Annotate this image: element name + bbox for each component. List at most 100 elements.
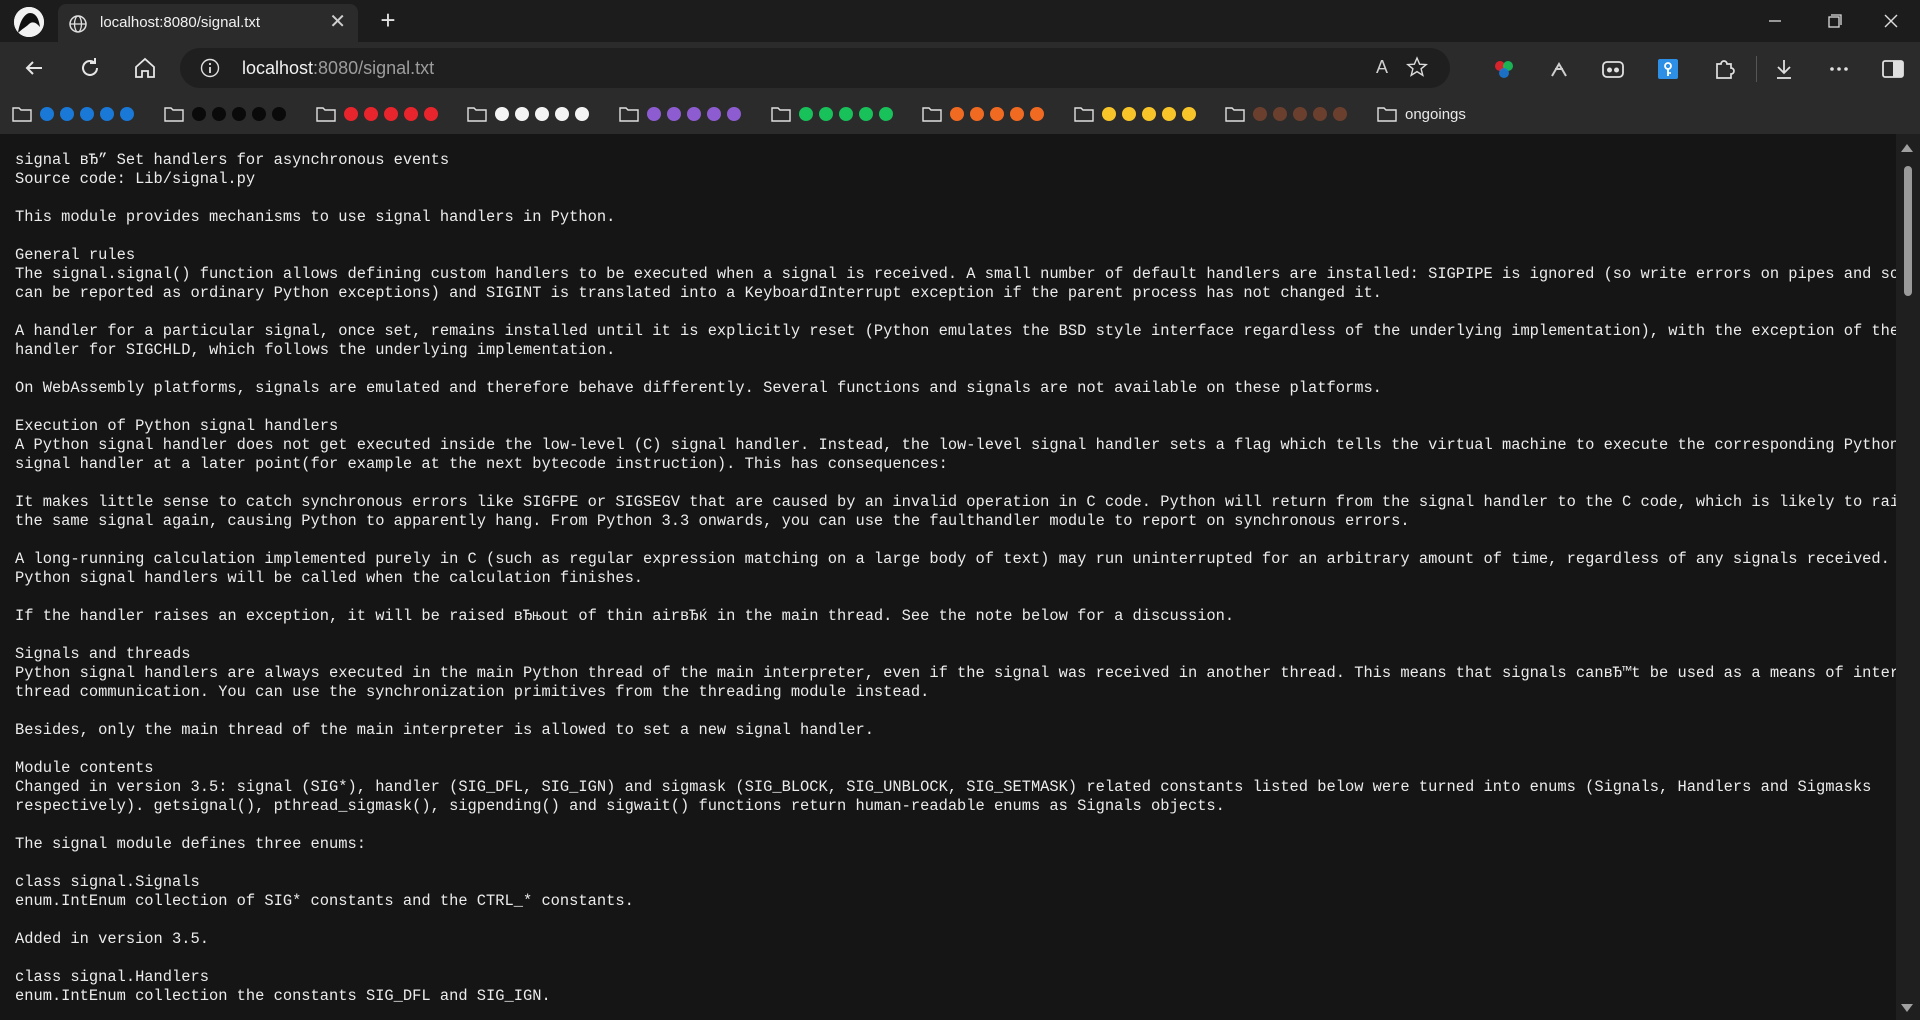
bookmark-folder-ongoings[interactable]: ongoings: [1377, 103, 1466, 125]
color-dot-icon: [647, 107, 661, 121]
color-dot-icon: [1030, 107, 1044, 121]
color-dot-icon: [60, 107, 74, 121]
color-dot-icon: [707, 107, 721, 121]
color-dot-icon: [1122, 107, 1136, 121]
key-extension-icon[interactable]: [1655, 56, 1681, 82]
globe-icon: [68, 14, 88, 34]
color-dot-icon: [819, 107, 833, 121]
color-dot-icon: [212, 107, 226, 121]
info-icon[interactable]: [200, 58, 220, 78]
color-dot-icon: [535, 107, 549, 121]
new-tab-button[interactable]: +: [374, 6, 402, 34]
window-close-icon[interactable]: [1879, 10, 1903, 32]
color-dot-icon: [799, 107, 813, 121]
folder-icon: [316, 107, 336, 122]
bookmark-label: ongoings: [1405, 105, 1466, 123]
color-dot-icon: [120, 107, 134, 121]
tab-title: localhost:8080/signal.txt: [100, 14, 261, 31]
bookmark-folder-7[interactable]: [922, 103, 1050, 125]
color-dot-icon: [727, 107, 741, 121]
color-dot-icon: [100, 107, 114, 121]
color-dot-icon: [1142, 107, 1156, 121]
color-dot-icon: [1293, 107, 1307, 121]
vertical-scrollbar[interactable]: [1896, 134, 1920, 1020]
bookmark-folder-5[interactable]: [619, 103, 747, 125]
bookmark-folder-9[interactable]: [1225, 103, 1353, 125]
color-dot-icon: [667, 107, 681, 121]
color-dot-icon: [272, 107, 286, 121]
color-dot-icon: [859, 107, 873, 121]
address-bar[interactable]: localhost:8080/signal.txt A: [180, 48, 1450, 88]
scroll-thumb[interactable]: [1904, 166, 1912, 296]
bookmark-folder-4[interactable]: [467, 103, 595, 125]
title-bar: localhost:8080/signal.txt ✕ +: [0, 0, 1920, 42]
bookmark-folder-8[interactable]: [1074, 103, 1202, 125]
bookmark-folder-2[interactable]: [164, 103, 292, 125]
toolbar-separator: [1756, 56, 1757, 82]
color-dot-icon: [1313, 107, 1327, 121]
folder-icon: [619, 107, 639, 122]
profile-avatar-icon[interactable]: [14, 7, 44, 37]
home-icon[interactable]: [131, 54, 159, 82]
color-dot-icon: [879, 107, 893, 121]
color-dot-icon: [404, 107, 418, 121]
read-aloud-icon[interactable]: A: [1376, 57, 1388, 78]
color-dot-icon: [515, 107, 529, 121]
color-dot-icon: [344, 107, 358, 121]
color-dot-icon: [950, 107, 964, 121]
url-text[interactable]: localhost:8080/signal.txt: [242, 58, 434, 79]
bookmark-folder-6[interactable]: [771, 103, 899, 125]
color-dot-icon: [839, 107, 853, 121]
back-arrow-icon[interactable]: [20, 54, 48, 82]
color-dot-icon: [1253, 107, 1267, 121]
color-dot-icon: [384, 107, 398, 121]
refresh-icon[interactable]: [76, 54, 104, 82]
color-dot-icon: [1102, 107, 1116, 121]
document-text: signal вЂ” Set handlers for asynchronous…: [15, 151, 1896, 1005]
bookmarks-bar: ongoings: [0, 94, 1920, 134]
folder-icon: [467, 107, 487, 122]
text-document-view[interactable]: signal вЂ” Set handlers for asynchronous…: [0, 134, 1896, 1020]
color-dot-icon: [1333, 107, 1347, 121]
bookmark-folder-3[interactable]: [316, 103, 444, 125]
gamepad-extension-icon[interactable]: [1600, 56, 1626, 82]
scroll-up-arrow-icon[interactable]: [1901, 144, 1913, 152]
color-dot-icon: [1010, 107, 1024, 121]
color-dot-icon: [990, 107, 1004, 121]
color-dot-icon: [40, 107, 54, 121]
restore-icon[interactable]: [1822, 10, 1846, 32]
color-dot-icon: [495, 107, 509, 121]
download-icon[interactable]: [1771, 56, 1797, 82]
color-wheel-extension-icon[interactable]: [1491, 56, 1517, 82]
scroll-down-arrow-icon[interactable]: [1901, 1004, 1913, 1012]
tools-extension-icon[interactable]: [1546, 56, 1572, 82]
bookmark-folder-1[interactable]: [12, 103, 140, 125]
color-dot-icon: [970, 107, 984, 121]
color-dot-icon: [80, 107, 94, 121]
folder-icon: [771, 107, 791, 122]
folder-icon: [164, 107, 184, 122]
color-dot-icon: [252, 107, 266, 121]
folder-icon: [922, 107, 942, 122]
tab-active[interactable]: localhost:8080/signal.txt ✕: [58, 4, 358, 42]
color-dot-icon: [1162, 107, 1176, 121]
minimize-icon[interactable]: [1763, 10, 1787, 32]
folder-icon: [1225, 107, 1245, 122]
star-icon[interactable]: [1405, 56, 1429, 78]
split-screen-icon[interactable]: [1880, 56, 1906, 82]
folder-icon: [12, 107, 32, 122]
folder-icon: [1074, 107, 1094, 122]
color-dot-icon: [687, 107, 701, 121]
tab-close-icon[interactable]: ✕: [329, 11, 346, 33]
toolbar: localhost:8080/signal.txt A: [0, 42, 1920, 94]
color-dot-icon: [1273, 107, 1287, 121]
more-icon[interactable]: [1826, 56, 1852, 82]
color-dot-icon: [1182, 107, 1196, 121]
color-dot-icon: [364, 107, 378, 121]
puzzle-icon[interactable]: [1711, 56, 1737, 82]
color-dot-icon: [424, 107, 438, 121]
color-dot-icon: [192, 107, 206, 121]
color-dot-icon: [232, 107, 246, 121]
color-dot-icon: [555, 107, 569, 121]
color-dot-icon: [575, 107, 589, 121]
